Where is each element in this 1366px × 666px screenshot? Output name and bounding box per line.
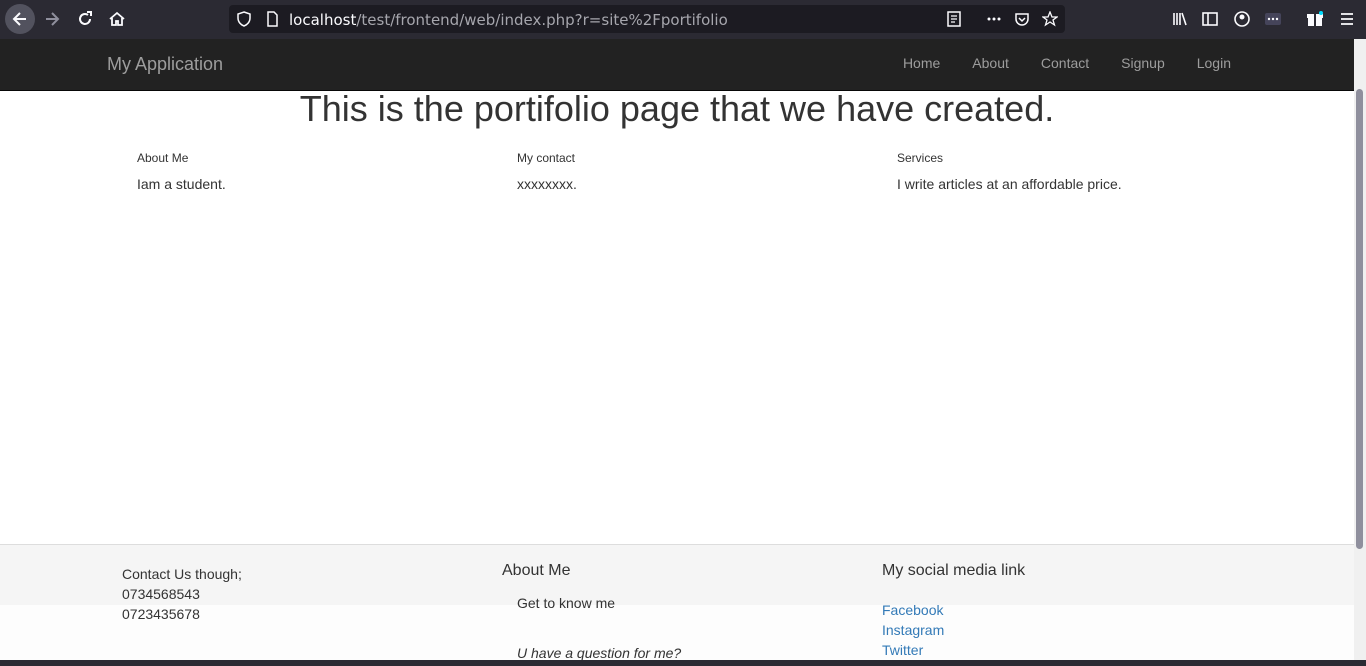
instagram-link[interactable]: Instagram <box>882 620 1025 640</box>
back-button[interactable] <box>5 4 35 34</box>
account-icon <box>1234 11 1250 27</box>
whats-new-button[interactable] <box>1301 5 1329 33</box>
footer-about-heading: About Me <box>502 562 571 579</box>
column-text: I write articles at an affordable price. <box>897 176 1122 192</box>
home-icon <box>109 11 125 26</box>
browser-toolbar: localhost/test/frontend/web/index.php?r=… <box>0 0 1366 39</box>
page-viewport: My Application Home About Contact Signup… <box>0 39 1354 660</box>
page-icon <box>263 10 281 28</box>
nav-about-link[interactable]: About <box>956 39 1025 90</box>
brand-link[interactable]: My Application <box>107 54 223 75</box>
library-icon <box>1173 12 1187 26</box>
services-column: Services I write articles at an affordab… <box>897 151 1122 192</box>
window-bottom-edge <box>0 660 1366 666</box>
phone-number: 0734568543 <box>122 586 200 602</box>
contact-label: Contact Us though; <box>122 566 242 582</box>
nav-contact-link[interactable]: Contact <box>1025 39 1105 90</box>
footer: Contact Us though; 0734568543 0723435678… <box>0 544 1354 660</box>
arrow-left-icon <box>12 12 26 26</box>
reload-button[interactable] <box>71 5 99 33</box>
facebook-link[interactable]: Facebook <box>882 600 1025 620</box>
footer-about: About Me Get to know me U have a questio… <box>502 561 681 660</box>
footer-about-question: U have a question for me? <box>517 645 682 660</box>
sidebar-icon <box>1202 12 1218 26</box>
shield-icon[interactable] <box>235 10 253 28</box>
about-me-column: About Me Iam a student. <box>137 151 226 192</box>
footer-about-subtitle: Get to know me <box>517 595 616 611</box>
footer-social-heading: My social media link <box>882 562 1026 579</box>
url-text[interactable]: localhost/test/frontend/web/index.php?r=… <box>289 11 728 29</box>
navbar: My Application Home About Contact Signup… <box>0 39 1354 91</box>
twitter-link[interactable]: Twitter <box>882 640 1025 660</box>
column-text: xxxxxxxx. <box>517 176 577 192</box>
gift-icon <box>1307 11 1323 26</box>
nav-home-link[interactable]: Home <box>887 39 956 90</box>
pocket-icon[interactable] <box>1013 10 1031 28</box>
sidebar-button[interactable] <box>1196 5 1224 33</box>
column-text: Iam a student. <box>137 176 226 192</box>
vertical-scrollbar[interactable] <box>1354 39 1366 660</box>
footer-contact: Contact Us though; 0734568543 0723435678 <box>122 564 242 624</box>
nav-login-link[interactable]: Login <box>1181 39 1247 90</box>
extension-icon <box>1265 13 1281 25</box>
hamburger-icon <box>1341 13 1353 25</box>
address-bar[interactable]: localhost/test/frontend/web/index.php?r=… <box>229 5 1065 33</box>
forward-button[interactable] <box>38 5 66 33</box>
more-actions-icon[interactable] <box>985 10 1003 28</box>
arrow-right-icon <box>46 12 60 26</box>
nav-signup-link[interactable]: Signup <box>1105 39 1181 90</box>
bookmark-star-icon[interactable] <box>1041 10 1059 28</box>
my-contact-column: My contact xxxxxxxx. <box>517 151 577 192</box>
library-button[interactable] <box>1166 5 1194 33</box>
page-title: This is the portifolio page that we have… <box>299 88 1055 129</box>
scrollbar-thumb[interactable] <box>1356 89 1363 549</box>
footer-social: My social media link Facebook Instagram … <box>882 561 1025 660</box>
reader-view-icon[interactable] <box>945 10 963 28</box>
menu-button[interactable] <box>1333 5 1361 33</box>
phone-number: 0723435678 <box>122 606 200 622</box>
account-button[interactable] <box>1228 5 1256 33</box>
reload-icon <box>79 11 92 25</box>
column-heading: Services <box>897 151 944 165</box>
nav-links: Home About Contact Signup Login <box>887 39 1247 90</box>
column-heading: My contact <box>517 151 576 165</box>
extension-button[interactable] <box>1259 5 1287 33</box>
home-button[interactable] <box>103 5 131 33</box>
column-heading: About Me <box>137 151 189 165</box>
